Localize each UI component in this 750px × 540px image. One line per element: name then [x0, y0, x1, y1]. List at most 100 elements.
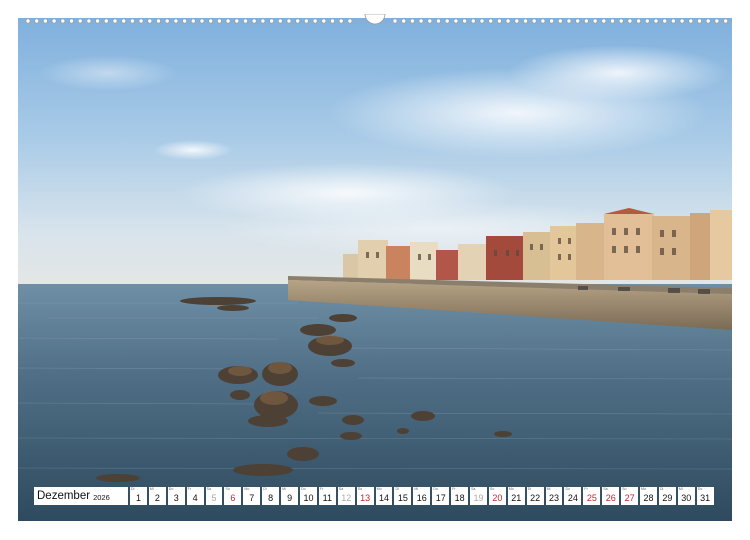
day-number: 7: [249, 493, 255, 503]
day-number: 21: [511, 493, 522, 503]
day-cell: Sa 12: [337, 487, 355, 505]
binding-hole: [679, 18, 685, 24]
binding-hole: [164, 18, 170, 24]
binding-hole: [321, 18, 327, 24]
binding-hole: [723, 18, 729, 24]
binding-hole: [329, 18, 335, 24]
day-cell: Do 3: [167, 487, 185, 505]
day-cell: Mi 23: [545, 487, 563, 505]
binding-hole: [618, 18, 624, 24]
day-number: 9: [287, 493, 293, 503]
binding-hole: [86, 18, 92, 24]
day-number: 13: [360, 493, 371, 503]
binding-hole: [25, 18, 31, 24]
day-number: 31: [700, 493, 711, 503]
day-number: 6: [230, 493, 236, 503]
binding-hole: [251, 18, 257, 24]
weekday-label: Di: [659, 487, 664, 491]
binding-hole: [208, 18, 214, 24]
day-cell: Sa 5: [205, 487, 223, 505]
binding-hole: [488, 18, 494, 24]
month-name: Dezember: [37, 490, 91, 502]
binding-hole: [401, 18, 407, 24]
binding-hole: [435, 18, 441, 24]
binding-hole: [190, 18, 196, 24]
day-cell: Mi 16: [413, 487, 431, 505]
weekday-label: So: [622, 487, 627, 491]
binding-hole: [129, 18, 135, 24]
day-cell: Mi 2: [148, 487, 166, 505]
hanger-hole: [364, 14, 386, 25]
day-cell: Di 8: [262, 487, 280, 505]
day-cell: Sa 19: [470, 487, 487, 505]
day-number: 27: [624, 493, 635, 503]
weekday-label: Do: [301, 487, 306, 491]
weekday-label: Sa: [603, 487, 608, 491]
binding-hole: [60, 18, 66, 24]
binding-hole: [303, 18, 309, 24]
binding-hole: [444, 18, 450, 24]
binding-hole: [286, 18, 292, 24]
day-number: 20: [492, 493, 503, 503]
binding-hole: [409, 18, 415, 24]
weekday-label: Di: [395, 487, 399, 491]
day-number: 29: [662, 493, 673, 503]
binding-hole: [505, 18, 511, 24]
binding-hole: [601, 18, 607, 24]
binding-hole: [347, 18, 353, 24]
day-number: 10: [303, 493, 314, 503]
weekday-label: Mi: [282, 487, 286, 491]
day-number: 5: [211, 493, 217, 503]
binding-hole: [670, 18, 676, 24]
day-number: 26: [605, 493, 616, 503]
month-label: Dezember 2026: [34, 487, 128, 505]
binding-hole: [453, 18, 459, 24]
binding-hole: [269, 18, 275, 24]
day-number: 4: [192, 493, 198, 503]
weekday-label: Fr: [452, 487, 456, 491]
day-cell: Do 17: [432, 487, 450, 505]
binding-hole: [103, 18, 109, 24]
binding-hole: [42, 18, 48, 24]
binding-hole: [644, 18, 650, 24]
weekday-label: So: [489, 487, 495, 491]
weekday-label: Mi: [678, 487, 683, 491]
day-number: 18: [454, 493, 465, 503]
binding-hole: [147, 18, 153, 24]
binding-hole: [540, 18, 546, 24]
day-cell: Fr 18: [451, 487, 469, 505]
day-number: 19: [473, 493, 484, 503]
day-cell: Mo 7: [243, 487, 261, 505]
weekday-label: Fr: [187, 487, 192, 491]
spiral-binding: [18, 14, 732, 28]
day-number: 2: [154, 493, 160, 503]
day-number: 24: [567, 493, 578, 503]
weekday-label: Do: [168, 487, 174, 491]
day-cell: Fr 4: [186, 487, 204, 505]
binding-hole: [522, 18, 528, 24]
binding-hole: [34, 18, 40, 24]
calendar-strip: Dezember 2026 Di 1 Mi 2 Do 3 Fr 4 Sa 5 So 6 Mo 7 Di 8 Mi…: [34, 487, 714, 505]
binding-hole: [662, 18, 668, 24]
binding-hole: [496, 18, 502, 24]
weekday-label: Di: [263, 487, 267, 491]
day-cell: Sa 26: [602, 487, 620, 505]
weekday-label: So: [357, 487, 363, 491]
binding-hole: [155, 18, 161, 24]
binding-hole: [77, 18, 83, 24]
binding-hole: [470, 18, 476, 24]
binding-hole: [462, 18, 468, 24]
binding-hole: [112, 18, 118, 24]
day-number: 1: [135, 493, 141, 503]
binding-hole: [514, 18, 520, 24]
day-number: 28: [643, 493, 654, 503]
day-cell: Do 24: [564, 487, 582, 505]
weekday-label: Mi: [546, 487, 551, 491]
weekday-label: Di: [131, 487, 135, 491]
binding-hole: [427, 18, 433, 24]
weekday-label: Mo: [641, 487, 647, 491]
day-cell: Fr 11: [318, 487, 336, 505]
harbor-photo: [18, 18, 732, 521]
binding-hole: [575, 18, 581, 24]
binding-hole: [697, 18, 703, 24]
